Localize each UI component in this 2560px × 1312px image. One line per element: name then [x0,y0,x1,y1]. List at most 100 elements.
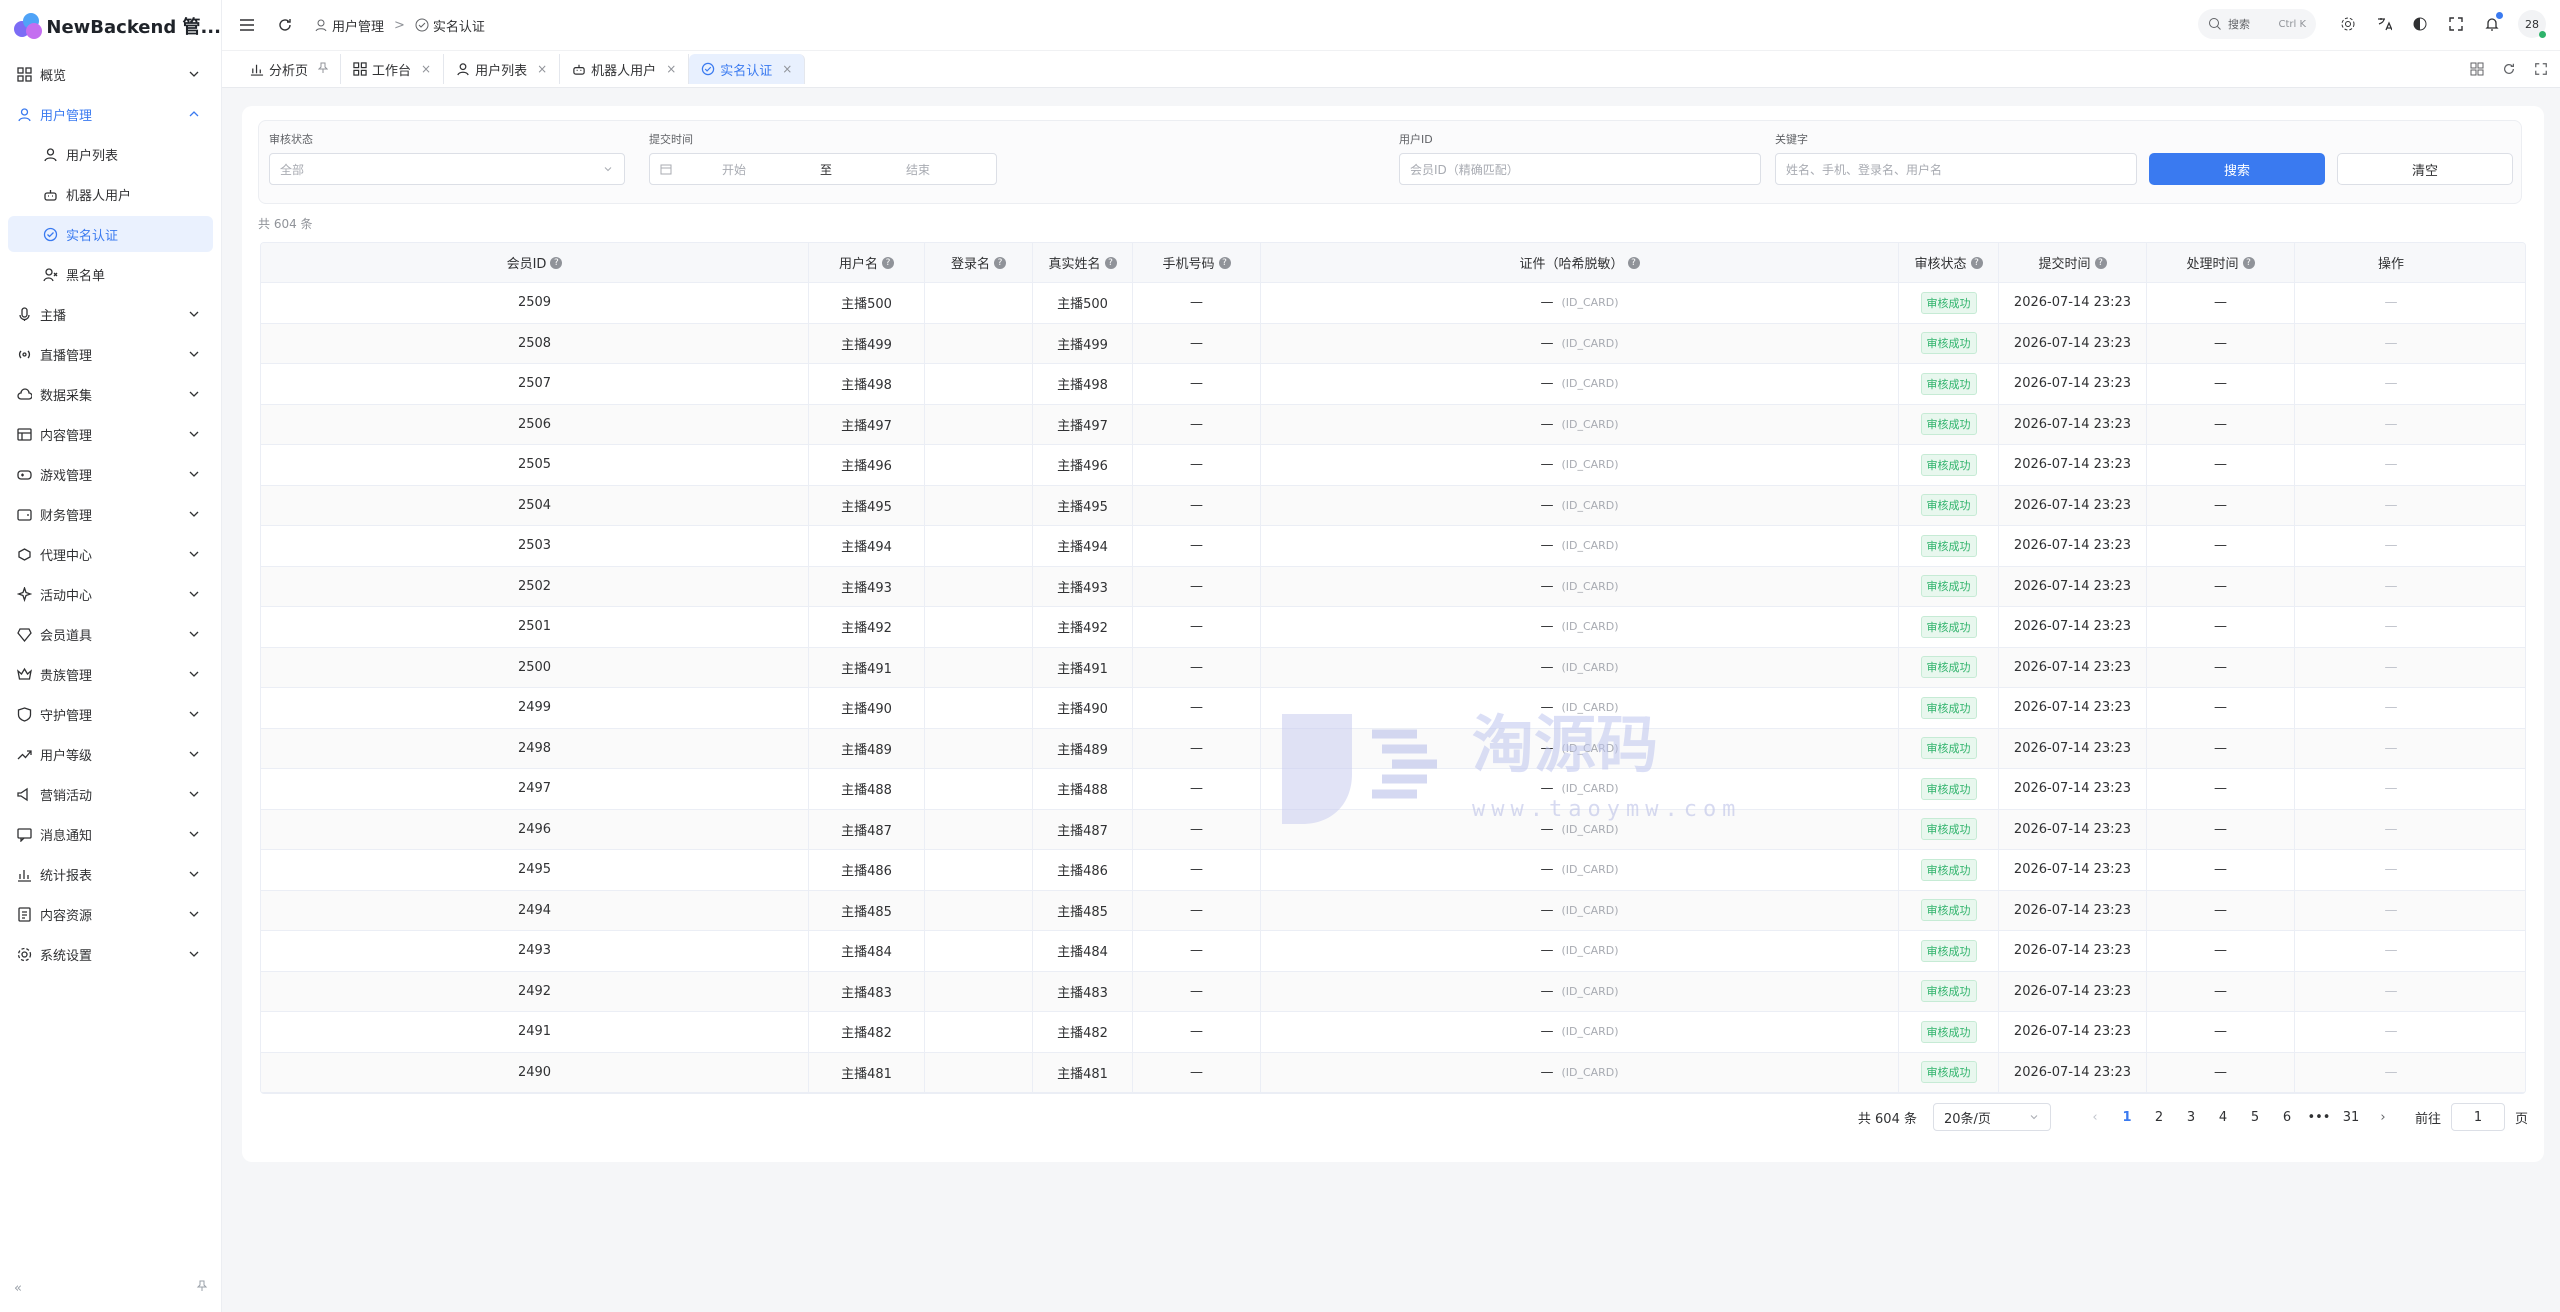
table-row[interactable]: 2500 主播491 主播491 — — (ID_CARD) 审核成功 2026-07-14 … [261,647,2525,688]
table-row[interactable]: 2503 主播494 主播494 — — (ID_CARD) 审核成功 2026-07-14 … [261,526,2525,567]
clear-button[interactable]: 清空 [2337,153,2513,185]
sidebar-item-18[interactable]: 营销活动 [8,776,213,812]
column-header[interactable]: 用户名? [809,243,925,282]
table-cell: — [1133,485,1261,525]
sidebar-item-16[interactable]: 守护管理 [8,696,213,732]
global-search[interactable]: 搜索 Ctrl K [2198,9,2316,39]
page-number[interactable]: 31 [2335,1110,2367,1125]
search-button[interactable]: 搜索 [2149,153,2325,185]
table-row[interactable]: 2492 主播483 主播483 — — (ID_CARD) 审核成功 2026-07-14 … [261,971,2525,1012]
tab-maximize-icon[interactable] [2532,60,2550,78]
sidebar-item-14[interactable]: 会员道具 [8,616,213,652]
tab-2[interactable]: 用户列表 × [444,54,561,84]
table-row[interactable]: 2495 主播486 主播486 — — (ID_CARD) 审核成功 2026-07-14 … [261,850,2525,891]
avatar[interactable]: 28 [2518,10,2546,38]
sidebar-item-19[interactable]: 消息通知 [8,816,213,852]
tab-label: 工作台 [372,63,412,79]
sidebar-item-22[interactable]: 系统设置 [8,936,213,972]
table-row[interactable]: 2508 主播499 主播499 — — (ID_CARD) 审核成功 2026-07-14 … [261,323,2525,364]
tab-4[interactable]: 实名认证 × [689,54,806,84]
settings-icon[interactable] [2339,15,2357,33]
table-row[interactable]: 2505 主播496 主播496 — — (ID_CARD) 审核成功 2026-07-14 … [261,445,2525,486]
table-row[interactable]: 2504 主播495 主播495 — — (ID_CARD) 审核成功 2026-07-14 … [261,485,2525,526]
table-row[interactable]: 2502 主播493 主播493 — — (ID_CARD) 审核成功 2026-07-14 … [261,566,2525,607]
table-row[interactable]: 2501 主播492 主播492 — — (ID_CARD) 审核成功 2026-07-14 … [261,607,2525,648]
close-icon[interactable]: × [421,62,431,76]
page-number[interactable]: 1 [2111,1110,2143,1125]
table-row[interactable]: 2491 主播482 主播482 — — (ID_CARD) 审核成功 2026-07-14 … [261,1012,2525,1053]
page-number[interactable]: 2 [2143,1110,2175,1125]
date-end[interactable]: 结束 [906,161,930,178]
column-header[interactable]: 真实姓名? [1033,243,1133,282]
page-number[interactable]: 4 [2207,1110,2239,1125]
status-select[interactable]: 全部 [269,153,625,185]
page-number[interactable]: 6 [2271,1110,2303,1125]
column-header[interactable]: 手机号码? [1133,243,1261,282]
certificate-type: (ID_CARD) [1561,498,1619,512]
row-actions: — [2384,376,2398,392]
column-header[interactable]: 会员ID? [261,243,809,282]
page-size-select[interactable]: 20条/页 [1932,1103,2051,1131]
sidebar-item-4[interactable]: 实名认证 [8,216,213,252]
theme-icon[interactable] [2411,15,2429,33]
pin-icon[interactable] [317,62,329,77]
sidebar-item-0[interactable]: 概览 [8,56,213,92]
table-row[interactable]: 2507 主播498 主播498 — — (ID_CARD) 审核成功 2026-07-14 … [261,364,2525,405]
app-logo[interactable]: NewBackend 管... [0,0,221,52]
prev-page-icon[interactable]: ‹ [2079,1110,2111,1125]
sidebar-item-3[interactable]: 机器人用户 [8,176,213,212]
table-row[interactable]: 2506 主播497 主播497 — — (ID_CARD) 审核成功 2026-07-14 … [261,404,2525,445]
sidebar-item-8[interactable]: 数据采集 [8,376,213,412]
column-header[interactable]: 登录名? [925,243,1033,282]
notification-bell-icon[interactable] [2483,12,2503,33]
sidebar-item-2[interactable]: 用户列表 [8,136,213,172]
page-number[interactable]: 5 [2239,1110,2271,1125]
fullscreen-icon[interactable] [2447,15,2465,33]
sidebar-item-17[interactable]: 用户等级 [8,736,213,772]
tab-refresh-icon[interactable] [2500,60,2518,78]
sidebar-item-21[interactable]: 内容资源 [8,896,213,932]
breadcrumb-parent[interactable]: 用户管理 [332,16,384,35]
tab-grid-icon[interactable] [2468,60,2486,78]
table-row[interactable]: 2490 主播481 主播481 — — (ID_CARD) 审核成功 2026-07-14 … [261,1052,2525,1093]
table-row[interactable]: 2509 主播500 主播500 — — (ID_CARD) 审核成功 2026-07-14 … [261,283,2525,324]
column-header[interactable]: 处理时间? [2147,243,2295,282]
close-icon[interactable]: × [666,62,676,76]
keyword-input[interactable]: 姓名、手机、登录名、用户名 [1775,153,2137,185]
sidebar-item-9[interactable]: 内容管理 [8,416,213,452]
tab-0[interactable]: 分析页 [238,54,342,84]
column-header[interactable]: 审核状态? [1899,243,1999,282]
sidebar-item-20[interactable]: 统计报表 [8,856,213,892]
sidebar-item-11[interactable]: 财务管理 [8,496,213,532]
column-header[interactable]: 操作 [2295,243,2487,282]
menu-toggle-icon[interactable] [238,16,256,34]
close-icon[interactable]: × [537,62,547,76]
sidebar-item-5[interactable]: 黑名单 [8,256,213,292]
member-id: 2492 [517,983,552,999]
sidebar-item-6[interactable]: 主播 [8,296,213,332]
uid-input[interactable]: 会员ID（精确匹配） [1399,153,1761,185]
page-number[interactable]: ••• [2303,1110,2335,1125]
date-range-picker[interactable]: 开始 至 结束 [649,153,997,185]
pin-sidebar-icon[interactable] [196,1280,208,1296]
tab-1[interactable]: 工作台 × [341,54,445,84]
close-icon[interactable]: × [782,62,792,76]
table-row[interactable]: 2493 主播484 主播484 — — (ID_CARD) 审核成功 2026-07-14 … [261,931,2525,972]
sidebar-item-13[interactable]: 活动中心 [8,576,213,612]
sidebar-item-1[interactable]: 用户管理 [8,96,213,132]
sidebar-item-12[interactable]: 代理中心 [8,536,213,572]
column-header[interactable]: 证件（哈希脱敏）? [1261,243,1899,282]
sidebar-item-15[interactable]: 贵族管理 [8,656,213,692]
goto-page-input[interactable]: 1 [2450,1103,2505,1131]
date-start[interactable]: 开始 [722,161,746,178]
page-number[interactable]: 3 [2175,1110,2207,1125]
translate-icon[interactable] [2375,15,2393,33]
collapse-sidebar-icon[interactable]: « [14,1281,22,1296]
column-header[interactable]: 提交时间? [1999,243,2147,282]
next-page-icon[interactable]: › [2367,1110,2399,1125]
sidebar-item-10[interactable]: 游戏管理 [8,456,213,492]
table-row[interactable]: 2494 主播485 主播485 — — (ID_CARD) 审核成功 2026-07-14 … [261,890,2525,931]
sidebar-item-7[interactable]: 直播管理 [8,336,213,372]
refresh-icon[interactable] [276,16,294,34]
tab-3[interactable]: 机器人用户 × [560,54,690,84]
